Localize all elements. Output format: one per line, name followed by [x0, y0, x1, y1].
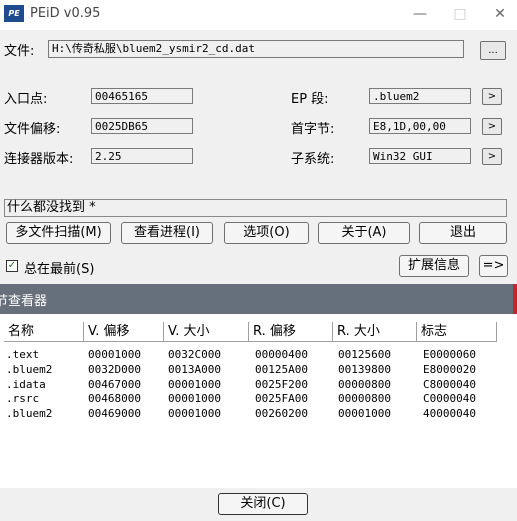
column-header-flags[interactable]: 标志: [417, 322, 497, 342]
first-bytes-field[interactable]: E8,1D,00,00: [369, 118, 471, 134]
file-offset-label: 文件偏移:: [4, 122, 61, 137]
column-header-v-offset[interactable]: V. 偏移: [84, 322, 164, 342]
table-row-name[interactable]: .rsrc: [6, 392, 39, 405]
column-header-r-size[interactable]: R. 大小: [333, 322, 417, 342]
file-offset-field[interactable]: 0025DB65: [91, 118, 193, 134]
table-cell[interactable]: 0025F200: [255, 378, 308, 391]
column-header-r-offset[interactable]: R. 偏移: [249, 322, 333, 342]
exit-button[interactable]: 退出: [419, 222, 507, 244]
first-bytes-label: 首字节:: [291, 122, 335, 137]
browse-button[interactable]: ...: [480, 41, 506, 60]
table-cell[interactable]: 00000400: [255, 348, 308, 361]
table-cell[interactable]: 00001000: [168, 378, 221, 391]
table-cell[interactable]: 0013A000: [168, 363, 221, 376]
table-cell[interactable]: 00001000: [168, 407, 221, 420]
table-cell[interactable]: 40000040: [423, 407, 476, 420]
section-viewer-header: [0, 284, 517, 314]
task-viewer-button[interactable]: 查看进程(I): [121, 222, 213, 244]
table-cell[interactable]: 0025FA00: [255, 392, 308, 405]
file-path-field[interactable]: H:\传奇私服\bluem2_ysmir2_cd.dat: [48, 40, 464, 58]
table-cell[interactable]: 00125A00: [255, 363, 308, 376]
peid-app-icon: PE: [4, 5, 24, 22]
close-icon[interactable]: ✕: [490, 4, 510, 24]
table-cell[interactable]: 00468000: [88, 392, 141, 405]
subsystem-label: 子系统:: [291, 152, 335, 167]
table-row-name[interactable]: .idata: [6, 378, 46, 391]
stay-on-top-checkbox[interactable]: ✓: [6, 260, 18, 272]
table-cell[interactable]: 0032C000: [168, 348, 221, 361]
more-button[interactable]: =>: [479, 255, 508, 277]
table-row-name[interactable]: .bluem2: [6, 407, 52, 420]
file-label: 文件:: [4, 44, 35, 59]
table-cell[interactable]: 00000800: [338, 392, 391, 405]
minimize-icon[interactable]: —: [410, 4, 430, 24]
subsystem-field[interactable]: Win32 GUI: [369, 148, 471, 164]
options-button[interactable]: 选项(O): [224, 222, 309, 244]
ep-section-field[interactable]: .bluem2: [369, 88, 471, 104]
table-cell[interactable]: C8000040: [423, 378, 476, 391]
subsystem-arrow-button[interactable]: >: [482, 148, 502, 165]
table-cell[interactable]: 00469000: [88, 407, 141, 420]
stay-on-top-label: 总在最前(S): [24, 262, 95, 277]
first-bytes-arrow-button[interactable]: >: [482, 118, 502, 135]
table-row-name[interactable]: .bluem2: [6, 363, 52, 376]
column-header-v-size[interactable]: V. 大小: [164, 322, 249, 342]
entry-point-field[interactable]: 00465165: [91, 88, 193, 104]
table-cell[interactable]: 00125600: [338, 348, 391, 361]
linker-version-label: 连接器版本:: [4, 152, 74, 167]
multi-scan-button[interactable]: 多文件扫描(M): [6, 222, 111, 244]
close-button[interactable]: 关闭(C): [218, 493, 308, 515]
plugins-button[interactable]: 扩展信息: [399, 255, 469, 277]
ep-section-arrow-button[interactable]: >: [482, 88, 502, 105]
about-button[interactable]: 关于(A): [318, 222, 410, 244]
linker-version-field[interactable]: 2.25: [91, 148, 193, 164]
table-cell[interactable]: C0000040: [423, 392, 476, 405]
scan-result-status: 什么都没找到 *: [4, 199, 507, 217]
table-cell[interactable]: E8000020: [423, 363, 476, 376]
table-cell[interactable]: 00000800: [338, 378, 391, 391]
table-cell[interactable]: 00001000: [338, 407, 391, 420]
table-cell[interactable]: E0000060: [423, 348, 476, 361]
table-cell[interactable]: 00139800: [338, 363, 391, 376]
header-accent-mark: [513, 284, 517, 314]
table-cell[interactable]: 0032D000: [88, 363, 141, 376]
table-cell[interactable]: 00467000: [88, 378, 141, 391]
window-title: PEiD v0.95: [30, 6, 101, 21]
entry-point-label: 入口点:: [4, 92, 48, 107]
column-header-name[interactable]: 名称: [4, 322, 84, 342]
table-cell[interactable]: 00001000: [88, 348, 141, 361]
table-cell[interactable]: 00260200: [255, 407, 308, 420]
section-viewer-title: 节查看器: [0, 294, 48, 309]
ep-section-label: EP 段:: [291, 92, 329, 107]
table-row-name[interactable]: .text: [6, 348, 39, 361]
table-cell[interactable]: 00001000: [168, 392, 221, 405]
maximize-icon[interactable]: □: [450, 4, 470, 24]
